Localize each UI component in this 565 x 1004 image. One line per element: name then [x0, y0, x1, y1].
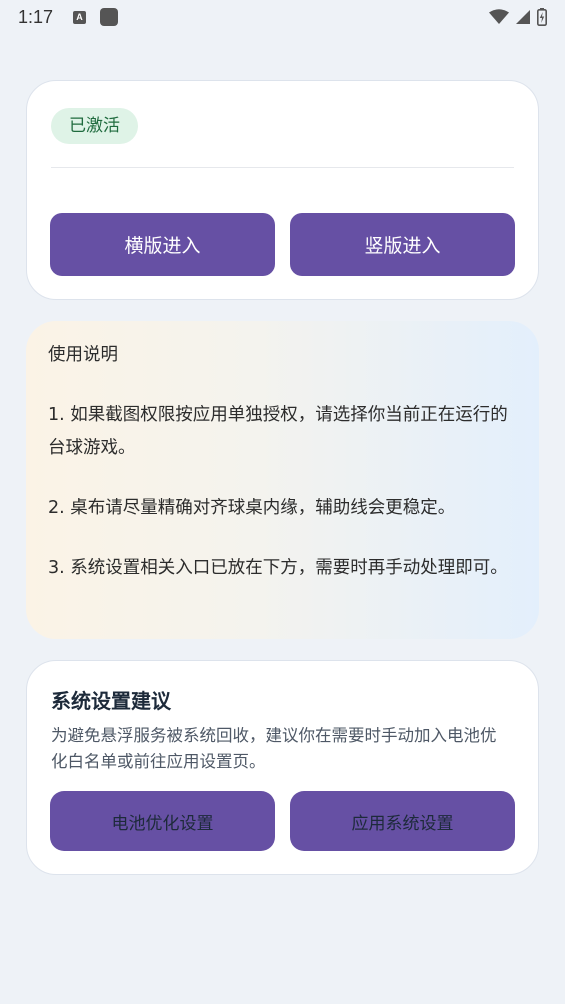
- status-left: 1:17 A: [18, 6, 119, 28]
- portrait-enter-button[interactable]: 竖版进入: [290, 213, 515, 276]
- instruction-item-3: 3. 系统设置相关入口已放在下方，需要时再手动处理即可。: [48, 558, 508, 578]
- settings-description: 为避免悬浮服务被系统回收，建议你在需要时手动加入电池优化白名单或前往应用设置页。: [51, 726, 497, 771]
- landscape-enter-button[interactable]: 横版进入: [50, 213, 275, 276]
- battery-optimization-button[interactable]: 电池优化设置: [50, 791, 275, 851]
- instructions-card: 使用说明 1. 如果截图权限按应用单独授权，请选择你当前正在运行的台球游戏。 2…: [26, 321, 539, 639]
- a-notification-icon: A: [73, 10, 87, 24]
- instructions-title: 使用说明: [48, 345, 118, 365]
- activated-badge: 已激活: [51, 108, 138, 144]
- status-time: 1:17: [18, 6, 54, 27]
- battery-charging-icon: [537, 8, 547, 26]
- instruction-item-1: 1. 如果截图权限按应用单独授权，请选择你当前正在运行的台球游戏。: [48, 405, 508, 458]
- instruction-item-2: 2. 桌布请尽量精确对齐球桌内缘，辅助线会更稳定。: [48, 498, 456, 518]
- divider: [51, 167, 514, 168]
- instructions-text: 使用说明 1. 如果截图权限按应用单独授权，请选择你当前正在运行的台球游戏。 2…: [48, 339, 513, 585]
- settings-title: 系统设置建议: [51, 689, 171, 713]
- app-system-settings-button[interactable]: 应用系统设置: [290, 791, 515, 851]
- status-right: [489, 8, 547, 26]
- status-bar: 1:17 A: [0, 0, 565, 34]
- activation-card: 已激活 横版进入 竖版进入: [26, 80, 539, 300]
- signal-icon: [516, 10, 530, 24]
- wifi-icon: [489, 9, 509, 24]
- system-settings-card: 系统设置建议 为避免悬浮服务被系统回收，建议你在需要时手动加入电池优化白名单或前…: [26, 660, 539, 875]
- app-notification-icon: [100, 8, 119, 26]
